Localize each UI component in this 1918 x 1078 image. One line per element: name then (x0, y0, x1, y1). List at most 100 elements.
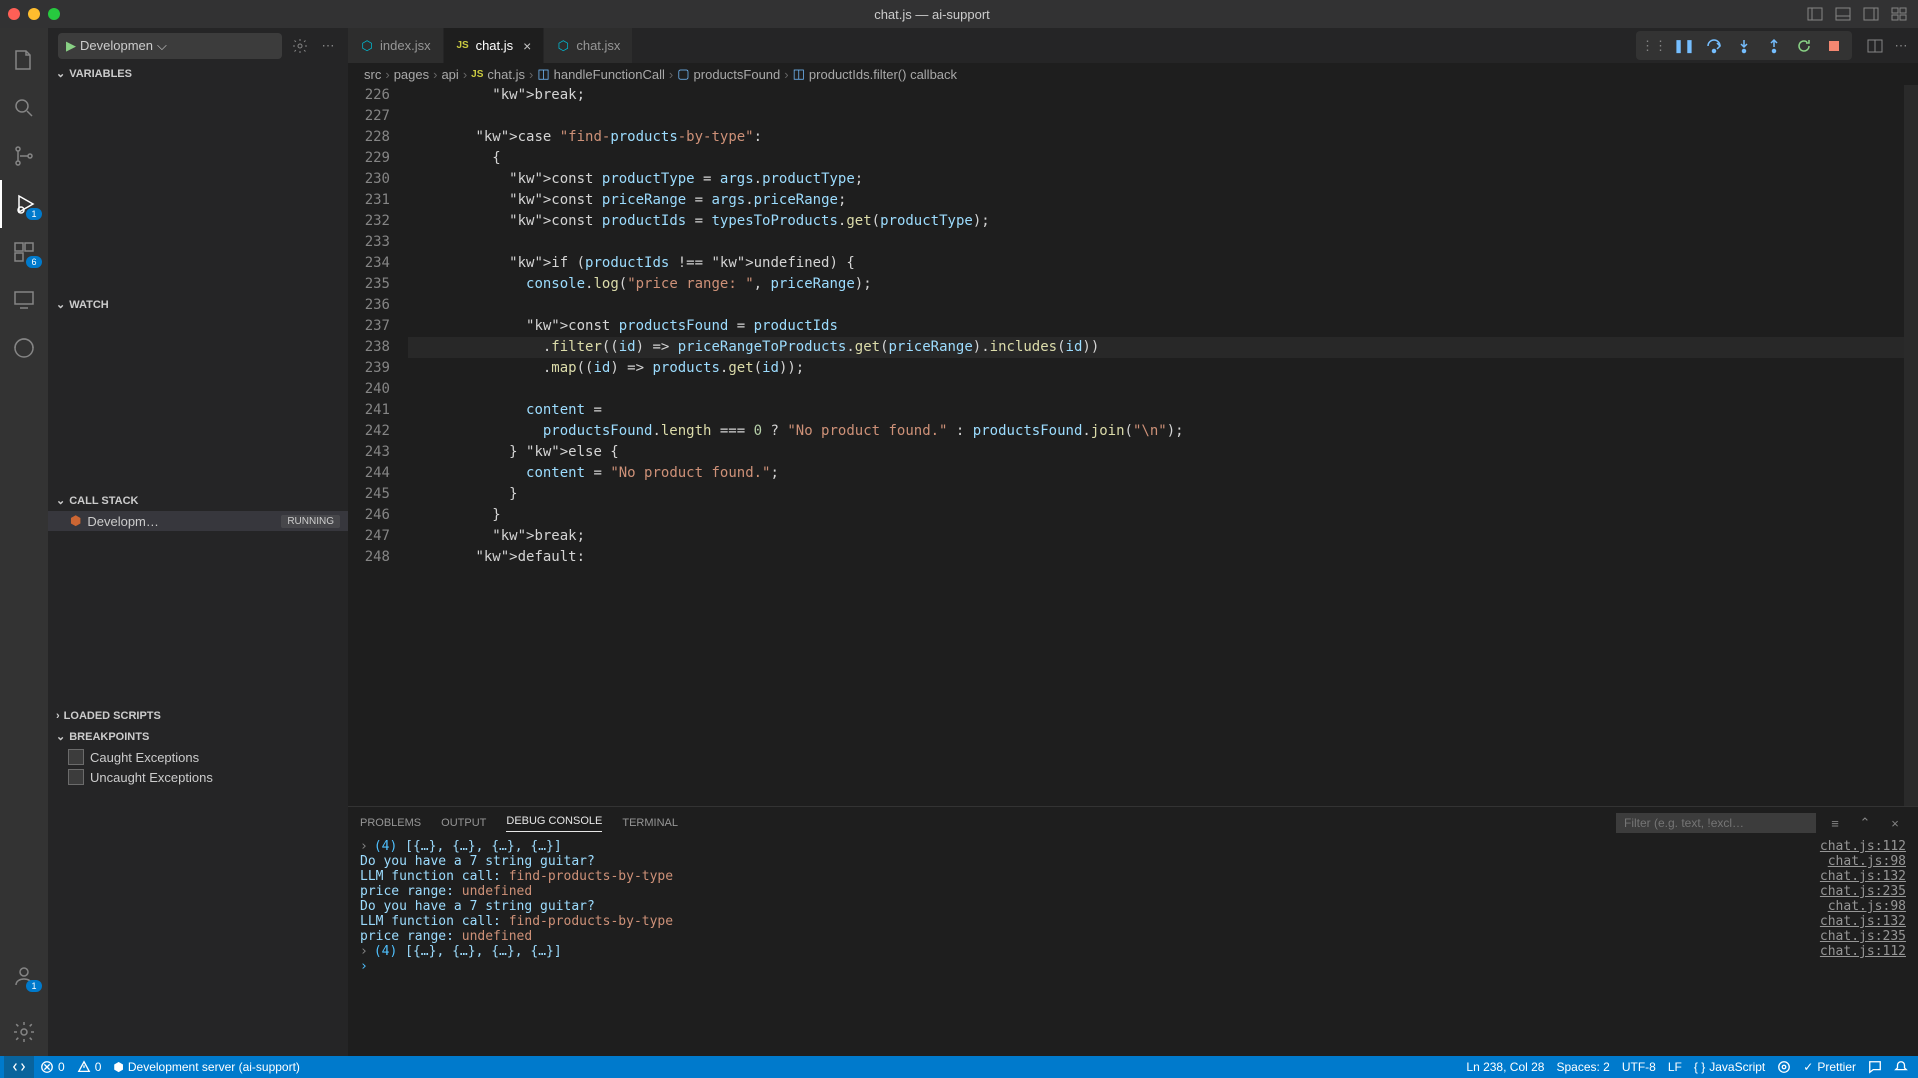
tab-debug-console[interactable]: DEBUG CONSOLE (506, 815, 602, 832)
window-maximize-button[interactable] (48, 8, 60, 20)
status-bell[interactable] (1888, 1060, 1914, 1074)
window-minimize-button[interactable] (28, 8, 40, 20)
bp-uncaught-exceptions[interactable]: Uncaught Exceptions (48, 767, 348, 787)
status-encoding[interactable]: UTF-8 (1616, 1060, 1662, 1074)
tab-index-jsx[interactable]: ⬡index.jsx (348, 28, 444, 63)
step-over-icon[interactable] (1702, 34, 1726, 58)
close-icon[interactable]: × (523, 38, 531, 54)
status-cursor[interactable]: Ln 238, Col 28 (1460, 1060, 1550, 1074)
source-control-icon[interactable] (0, 132, 48, 180)
editor[interactable]: 2262272282292302312322332342352362372382… (348, 85, 1918, 806)
filter-input[interactable] (1616, 813, 1816, 833)
bp-label: Caught Exceptions (90, 750, 199, 765)
minimap[interactable] (1904, 85, 1918, 806)
settings-icon[interactable] (0, 1008, 48, 1056)
account-badge: 1 (26, 980, 42, 992)
titlebar: chat.js — ai-support (0, 0, 1918, 28)
more-actions-icon[interactable]: ⋯ (1890, 35, 1912, 57)
editor-tabs: ⬡index.jsx JSchat.js× ⬡chat.jsx ⋮⋮ ❚❚ ⋯ (348, 28, 1918, 63)
breadcrumb-item[interactable]: pages (394, 67, 429, 82)
callstack-thread[interactable]: ⬢ Developm… RUNNING (48, 511, 348, 531)
section-watch[interactable]: ⌄WATCH (48, 294, 348, 315)
traffic-lights (8, 8, 60, 20)
section-label: LOADED SCRIPTS (64, 710, 161, 722)
chevron-down-icon: ⌄ (56, 494, 65, 507)
thread-state: RUNNING (281, 515, 340, 528)
breadcrumb-item[interactable]: api (441, 67, 458, 82)
checkbox[interactable] (68, 749, 84, 765)
debug-sidebar: ▶ Developmen ⌵ ⋯ ⌄ VARIABLES ⌄WATCH ⌄CALL… (48, 28, 348, 1056)
tab-label: chat.jsx (576, 38, 620, 53)
react-icon: ⬡ (556, 39, 570, 53)
section-label: VARIABLES (69, 68, 132, 80)
more-icon[interactable]: ⋯ (318, 38, 338, 54)
debug-toolbar: ⋮⋮ ❚❚ (1636, 31, 1852, 60)
status-task[interactable]: ⬢Development server (ai-support) (107, 1060, 306, 1074)
status-prettier[interactable]: ✓ Prettier (1797, 1060, 1862, 1074)
section-loaded-scripts[interactable]: ›LOADED SCRIPTS (48, 706, 348, 726)
launch-config-selector[interactable]: ▶ Developmen ⌵ (58, 33, 282, 59)
section-variables[interactable]: ⌄ VARIABLES (48, 63, 348, 84)
explorer-icon[interactable] (0, 36, 48, 84)
tab-chat-js[interactable]: JSchat.js× (444, 28, 545, 63)
tab-output[interactable]: OUTPUT (441, 817, 486, 829)
account-icon[interactable]: 1 (0, 952, 48, 1000)
tab-problems[interactable]: PROBLEMS (360, 817, 421, 829)
status-warnings[interactable]: 0 (71, 1060, 108, 1074)
section-label: BREAKPOINTS (69, 731, 149, 743)
chevron-down-icon: ⌄ (56, 730, 65, 743)
edge-tools-icon[interactable] (0, 324, 48, 372)
split-editor-icon[interactable] (1864, 35, 1886, 57)
breadcrumb-item[interactable]: productsFound (694, 67, 781, 82)
status-bar: 0 0 ⬢Development server (ai-support) Ln … (0, 1056, 1918, 1078)
tree-view-icon[interactable]: ≡ (1824, 812, 1846, 834)
pause-icon[interactable]: ❚❚ (1672, 34, 1696, 58)
status-lang[interactable]: { } JavaScript (1688, 1060, 1771, 1074)
tab-label: chat.js (476, 38, 514, 53)
breadcrumbs[interactable]: src› pages› api› JS chat.js› ◫ handleFun… (348, 63, 1918, 85)
remote-indicator[interactable] (4, 1056, 34, 1078)
status-eol[interactable]: LF (1662, 1060, 1688, 1074)
breadcrumb-item[interactable]: chat.js (487, 67, 525, 82)
panel-bottom-icon[interactable] (1832, 3, 1854, 25)
customize-layout-icon[interactable] (1888, 3, 1910, 25)
status-spaces[interactable]: Spaces: 2 (1550, 1060, 1615, 1074)
drag-handle-icon[interactable]: ⋮⋮ (1642, 34, 1666, 58)
thread-name: Developm… (87, 514, 159, 529)
chevron-down-icon: ⌵ (157, 38, 167, 54)
panel-left-icon[interactable] (1804, 3, 1826, 25)
step-into-icon[interactable] (1732, 34, 1756, 58)
section-callstack[interactable]: ⌄CALL STACK (48, 490, 348, 511)
panel-right-icon[interactable] (1860, 3, 1882, 25)
code-content[interactable]: "kw">break; "kw">case "find-products-by-… (408, 85, 1904, 806)
status-feedback[interactable] (1862, 1060, 1888, 1074)
search-icon[interactable] (0, 84, 48, 132)
chevron-down-icon: ⌄ (56, 67, 65, 80)
remote-explorer-icon[interactable] (0, 276, 48, 324)
checkbox[interactable] (68, 769, 84, 785)
gear-icon[interactable] (290, 38, 310, 54)
run-debug-icon[interactable]: 1 (0, 180, 48, 228)
section-breakpoints[interactable]: ⌄ BREAKPOINTS (48, 726, 348, 747)
status-errors[interactable]: 0 (34, 1060, 71, 1074)
restart-icon[interactable] (1792, 34, 1816, 58)
close-panel-icon[interactable]: × (1884, 812, 1906, 834)
extensions-icon[interactable]: 6 (0, 228, 48, 276)
step-out-icon[interactable] (1762, 34, 1786, 58)
breadcrumb-item[interactable]: handleFunctionCall (554, 67, 665, 82)
react-icon: ⬡ (360, 39, 374, 53)
status-port[interactable] (1771, 1060, 1797, 1074)
stop-icon[interactable] (1822, 34, 1846, 58)
window-close-button[interactable] (8, 8, 20, 20)
bp-caught-exceptions[interactable]: Caught Exceptions (48, 747, 348, 767)
collapse-icon[interactable]: ⌃ (1854, 812, 1876, 834)
debug-console-output[interactable]: ›(4) [{…}, {…}, {…}, {…}]chat.js:112Do y… (348, 839, 1918, 1056)
tab-chat-jsx[interactable]: ⬡ chat.jsx (544, 28, 633, 63)
chevron-down-icon: ⌄ (56, 298, 65, 311)
tab-terminal[interactable]: TERMINAL (622, 817, 678, 829)
breadcrumb-item[interactable]: src (364, 67, 381, 82)
panel-tabs: PROBLEMS OUTPUT DEBUG CONSOLE TERMINAL ≡… (348, 807, 1918, 839)
breadcrumb-item[interactable]: productIds.filter() callback (809, 67, 957, 82)
bottom-panel: PROBLEMS OUTPUT DEBUG CONSOLE TERMINAL ≡… (348, 806, 1918, 1056)
play-icon[interactable]: ▶ (66, 38, 76, 54)
